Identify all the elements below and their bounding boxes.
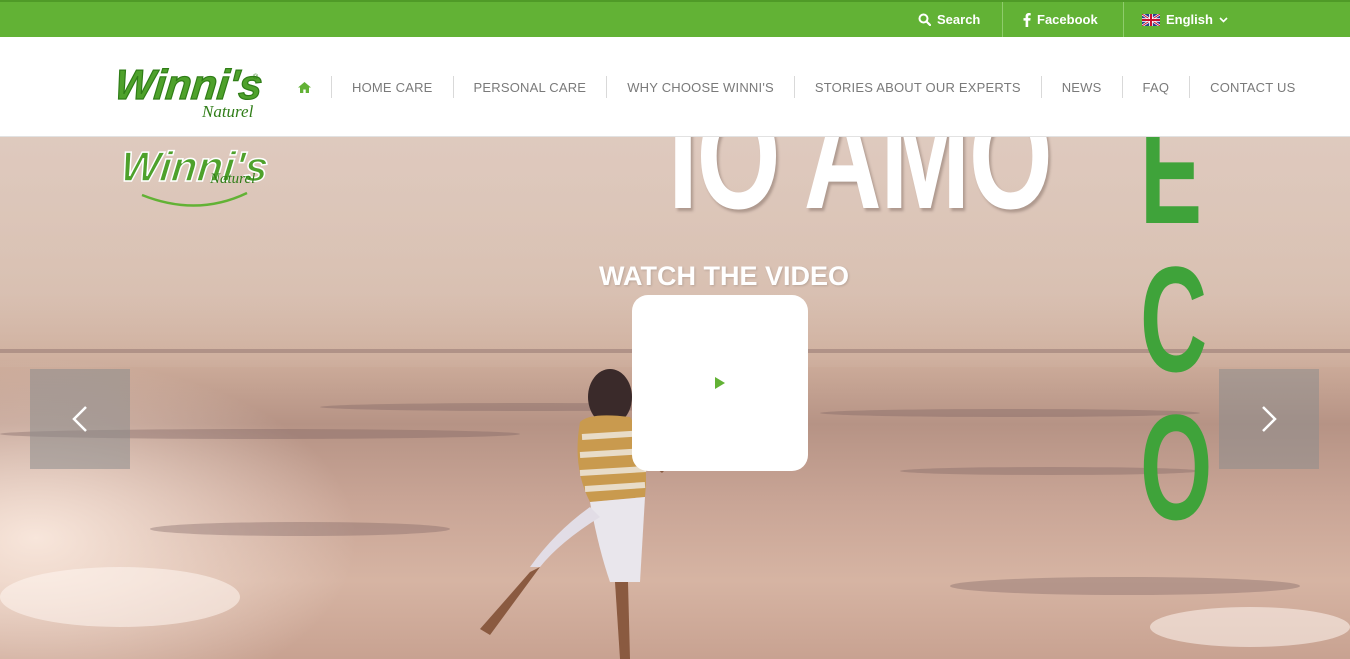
facebook-link[interactable]: Facebook (1023, 2, 1098, 37)
svg-text:Naturel: Naturel (209, 171, 255, 187)
svg-text:®: ® (253, 73, 259, 81)
play-icon (715, 377, 725, 389)
divider (1123, 2, 1124, 37)
hero-video-banner: Winni's Naturel IO AMO E C O WATCH THE V… (0, 137, 1350, 659)
logo-wordmark: Winni's (116, 61, 265, 108)
nav-faq[interactable]: FAQ (1121, 76, 1190, 98)
wave (150, 522, 450, 536)
main-header: Winni's Naturel ® HOME CARE PERSONAL CAR… (0, 37, 1350, 137)
chevron-right-icon (1262, 406, 1277, 432)
search-label: Search (937, 12, 981, 27)
slider-prev-button[interactable] (30, 369, 130, 469)
sea-foam (1150, 607, 1350, 647)
nav-home-care[interactable]: HOME CARE (331, 76, 453, 98)
watch-video-title: WATCH THE VIDEO (599, 261, 850, 291)
home-icon (298, 81, 311, 93)
language-selector[interactable]: English (1142, 2, 1228, 37)
main-nav: HOME CARE PERSONAL CARE WHY CHOOSE WINNI… (280, 37, 1315, 137)
winnis-logo[interactable]: Winni's Naturel ® (116, 57, 266, 121)
nav-contact[interactable]: CONTACT US (1189, 76, 1315, 98)
top-utility-bar: Search Facebook English (0, 0, 1350, 37)
nav-why-choose[interactable]: WHY CHOOSE WINNI'S (606, 76, 794, 98)
search-icon (918, 13, 931, 26)
eco-letter: O (1140, 383, 1213, 551)
logo-subtext: Naturel (201, 102, 254, 121)
slider-next-button[interactable] (1219, 369, 1319, 469)
nav-stories[interactable]: STORIES ABOUT OUR EXPERTS (793, 76, 1041, 98)
nav-news[interactable]: NEWS (1040, 76, 1122, 98)
search-link[interactable]: Search (918, 2, 980, 37)
facebook-label: Facebook (1037, 12, 1098, 27)
eco-letter: E (1140, 137, 1203, 255)
uk-flag-icon (1142, 13, 1160, 26)
divider (1002, 2, 1003, 37)
hero-eco-text: E C O (1140, 137, 1213, 551)
language-label: English (1166, 12, 1213, 27)
nav-home[interactable] (280, 76, 331, 98)
sea-foam (0, 567, 240, 627)
chevron-down-icon (1219, 16, 1228, 23)
hero-headline: IO AMO (668, 137, 1053, 240)
facebook-icon (1023, 12, 1031, 27)
eco-letter: C (1140, 235, 1208, 403)
wave (950, 577, 1300, 595)
hero-logo: Winni's Naturel (122, 142, 271, 207)
nav-personal-care[interactable]: PERSONAL CARE (452, 76, 607, 98)
chevron-left-icon (72, 406, 87, 432)
play-video-button[interactable] (632, 295, 808, 471)
